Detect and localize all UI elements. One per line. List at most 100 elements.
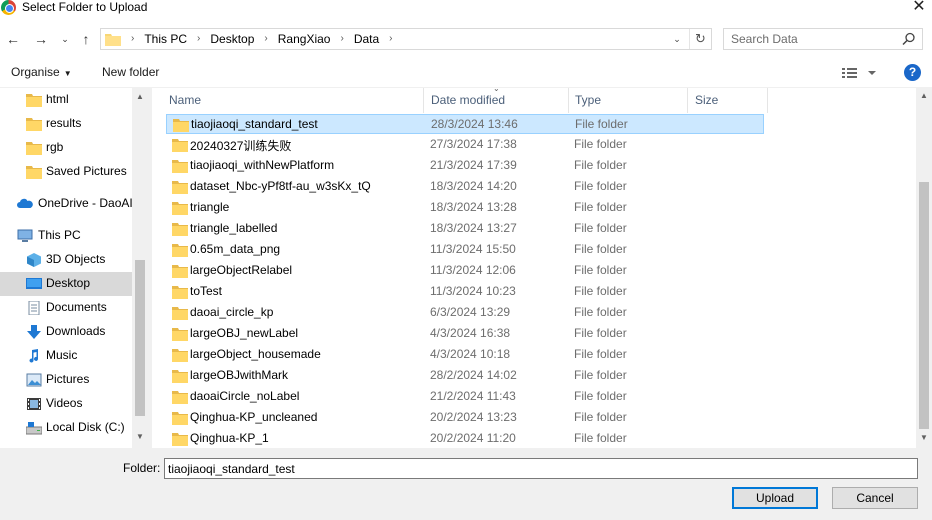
column-header-name[interactable]: Name xyxy=(152,88,424,113)
file-name: largeObject_housemade xyxy=(190,347,321,361)
file-date-modified: 18/3/2024 13:27 xyxy=(430,221,517,235)
folder-name-input[interactable] xyxy=(164,458,918,479)
scrollbar-thumb[interactable] xyxy=(919,182,929,429)
breadcrumb-desktop[interactable]: Desktop xyxy=(206,29,258,49)
sidebar-item-label: Desktop xyxy=(46,276,91,290)
view-options-button[interactable] xyxy=(842,66,876,80)
table-row[interactable]: largeOBJ_newLabel 4/3/2024 16:38 File fold… xyxy=(166,324,764,344)
command-toolbar: Organise ▼ New folder ? xyxy=(0,60,932,88)
scrollbar-thumb[interactable] xyxy=(135,260,145,416)
breadcrumb-separator[interactable]: › xyxy=(334,29,349,49)
sidebar-item-rgb[interactable]: rgb xyxy=(0,136,132,160)
table-row[interactable]: Qinghua-KP_uncleaned 20/2/2024 13:23 File … xyxy=(166,408,764,428)
file-type: File folder xyxy=(574,347,627,361)
table-row[interactable]: 20240327训练失败 27/3/2024 17:38 File folder xyxy=(166,135,764,155)
desktop-icon xyxy=(26,278,42,289)
help-button[interactable]: ? xyxy=(904,64,921,81)
drive-icon xyxy=(26,422,42,435)
table-row[interactable]: 0.65m_data_png 11/3/2024 15:50 File folder xyxy=(166,240,764,260)
back-button[interactable]: ← xyxy=(4,29,22,49)
sidebar-item-music[interactable]: Music xyxy=(0,344,132,368)
file-type: File folder xyxy=(574,326,627,340)
breadcrumb: › This PC › Desktop › RangXiao › Data › xyxy=(125,29,399,49)
breadcrumb-data[interactable]: Data xyxy=(350,29,383,49)
upload-button[interactable]: Upload xyxy=(732,487,818,509)
sidebar-item-downloads[interactable]: Downloads xyxy=(0,320,132,344)
table-row[interactable]: tiaojiaoqi_standard_test 28/3/2024 13:46 F… xyxy=(166,114,764,134)
sidebar-item-label: This PC xyxy=(38,228,81,242)
folder-icon xyxy=(26,118,42,131)
folder-label: Folder: xyxy=(123,461,161,475)
cancel-button[interactable]: Cancel xyxy=(832,487,918,509)
file-type: File folder xyxy=(575,117,628,131)
breadcrumb-this-pc[interactable]: This PC xyxy=(140,29,191,49)
breadcrumb-separator[interactable]: › xyxy=(383,29,398,49)
sidebar-item-results[interactable]: results xyxy=(0,112,132,136)
file-name: largeOBJwithMark xyxy=(190,368,289,382)
file-name: tiaojiaoqi_withNewPlatform xyxy=(190,158,335,172)
scroll-down-arrow-icon[interactable]: ▼ xyxy=(132,432,148,444)
table-row[interactable]: dataset_Nbc-yPf8tf-au_w3sKx_tQ 18/3/2024 … xyxy=(166,177,764,197)
file-name: Qinghua-KP_uncleaned xyxy=(190,410,318,424)
table-row[interactable]: triangle 18/3/2024 13:28 File folder xyxy=(166,198,764,218)
file-date-modified: 20/2/2024 11:20 xyxy=(430,431,516,445)
breadcrumb-separator[interactable]: › xyxy=(258,29,273,49)
address-dropdown-button[interactable]: ⌄ xyxy=(669,29,685,49)
table-row[interactable]: tiaojiaoqi_withNewPlatform 21/3/2024 17:3… xyxy=(166,156,764,176)
sidebar-item-pictures[interactable]: Pictures xyxy=(0,368,132,392)
sidebar-item-local-disk[interactable]: Local Disk (C:) xyxy=(0,416,132,440)
window-title: Select Folder to Upload xyxy=(22,0,148,14)
music-icon xyxy=(29,349,38,363)
file-type: File folder xyxy=(574,179,627,193)
sidebar-item-label: Videos xyxy=(46,396,83,410)
sort-descending-icon: ⌄ xyxy=(493,88,500,93)
column-header-type[interactable]: Type xyxy=(569,88,688,113)
sidebar-item-desktop[interactable]: Desktop xyxy=(0,272,132,296)
close-button[interactable]: ✕ xyxy=(906,0,932,16)
sidebar-item-saved-pictures[interactable]: Saved Pictures xyxy=(0,160,132,184)
file-type: File folder xyxy=(574,158,627,172)
scroll-down-arrow-icon[interactable]: ▼ xyxy=(916,433,932,445)
table-row[interactable]: largeOBJwithMark 28/2/2024 14:02 File fold… xyxy=(166,366,764,386)
chevron-down-icon: ▼ xyxy=(63,69,72,78)
sidebar-item-documents[interactable]: Documents xyxy=(0,296,132,320)
scroll-up-arrow-icon[interactable]: ▲ xyxy=(132,92,148,104)
breadcrumb-rangxiao[interactable]: RangXiao xyxy=(274,29,335,49)
computer-icon xyxy=(17,229,33,242)
file-name: largeObjectRelabel xyxy=(190,263,293,277)
search-input[interactable] xyxy=(724,29,894,49)
sidebar-item-3d-objects[interactable]: 3D Objects xyxy=(0,248,132,272)
up-button[interactable]: ↑ xyxy=(77,29,95,49)
organise-menu[interactable]: Organise ▼ xyxy=(11,65,72,79)
refresh-button[interactable]: ↻ xyxy=(689,29,711,49)
file-date-modified: 6/3/2024 13:29 xyxy=(430,305,511,319)
navigation-scrollbar[interactable]: ▲ ▼ xyxy=(132,88,148,448)
table-row[interactable]: toTest 11/3/2024 10:23 File folder xyxy=(166,282,764,302)
search-icon[interactable] xyxy=(902,32,916,46)
sidebar-item-this-pc[interactable]: This PC xyxy=(0,224,132,248)
table-row[interactable]: daoaiCircle_noLabel 21/2/2024 11:43 File f… xyxy=(166,387,764,407)
column-header-size[interactable]: Size xyxy=(688,88,768,113)
file-date-modified: 18/3/2024 14:20 xyxy=(430,179,517,193)
folder-icon xyxy=(172,160,188,173)
breadcrumb-separator[interactable]: › xyxy=(191,29,206,49)
table-row[interactable]: largeObject_housemade 4/3/2024 10:18 File … xyxy=(166,345,764,365)
sidebar-item-label: Pictures xyxy=(46,372,90,386)
table-row[interactable]: triangle_labelled 18/3/2024 13:27 File fol… xyxy=(166,219,764,239)
table-row[interactable]: Qinghua-KP_1 20/2/2024 11:20 File folder xyxy=(166,429,764,448)
recent-locations-button[interactable]: ⌄ xyxy=(59,29,71,49)
scroll-up-arrow-icon[interactable]: ▲ xyxy=(916,91,932,103)
file-date-modified: 28/2/2024 14:02 xyxy=(430,368,517,382)
table-row[interactable]: largeObjectRelabel 11/3/2024 12:06 File fo… xyxy=(166,261,764,281)
organise-label: Organise xyxy=(11,65,60,79)
sidebar-item-html[interactable]: html xyxy=(0,88,132,112)
sidebar-item-onedrive[interactable]: OneDrive - DaoAI xyxy=(0,192,133,216)
new-folder-button[interactable]: New folder xyxy=(102,65,159,79)
sidebar-item-videos[interactable]: Videos xyxy=(0,392,132,416)
file-type: File folder xyxy=(574,221,627,235)
forward-button[interactable]: → xyxy=(32,29,50,49)
title-bar: Select Folder to Upload ✕ xyxy=(0,0,932,20)
file-list-scrollbar[interactable]: ▲ ▼ xyxy=(916,88,932,448)
address-bar[interactable]: › This PC › Desktop › RangXiao › Data › … xyxy=(100,28,712,50)
table-row[interactable]: daoai_circle_kp 6/3/2024 13:29 File folder xyxy=(166,303,764,323)
